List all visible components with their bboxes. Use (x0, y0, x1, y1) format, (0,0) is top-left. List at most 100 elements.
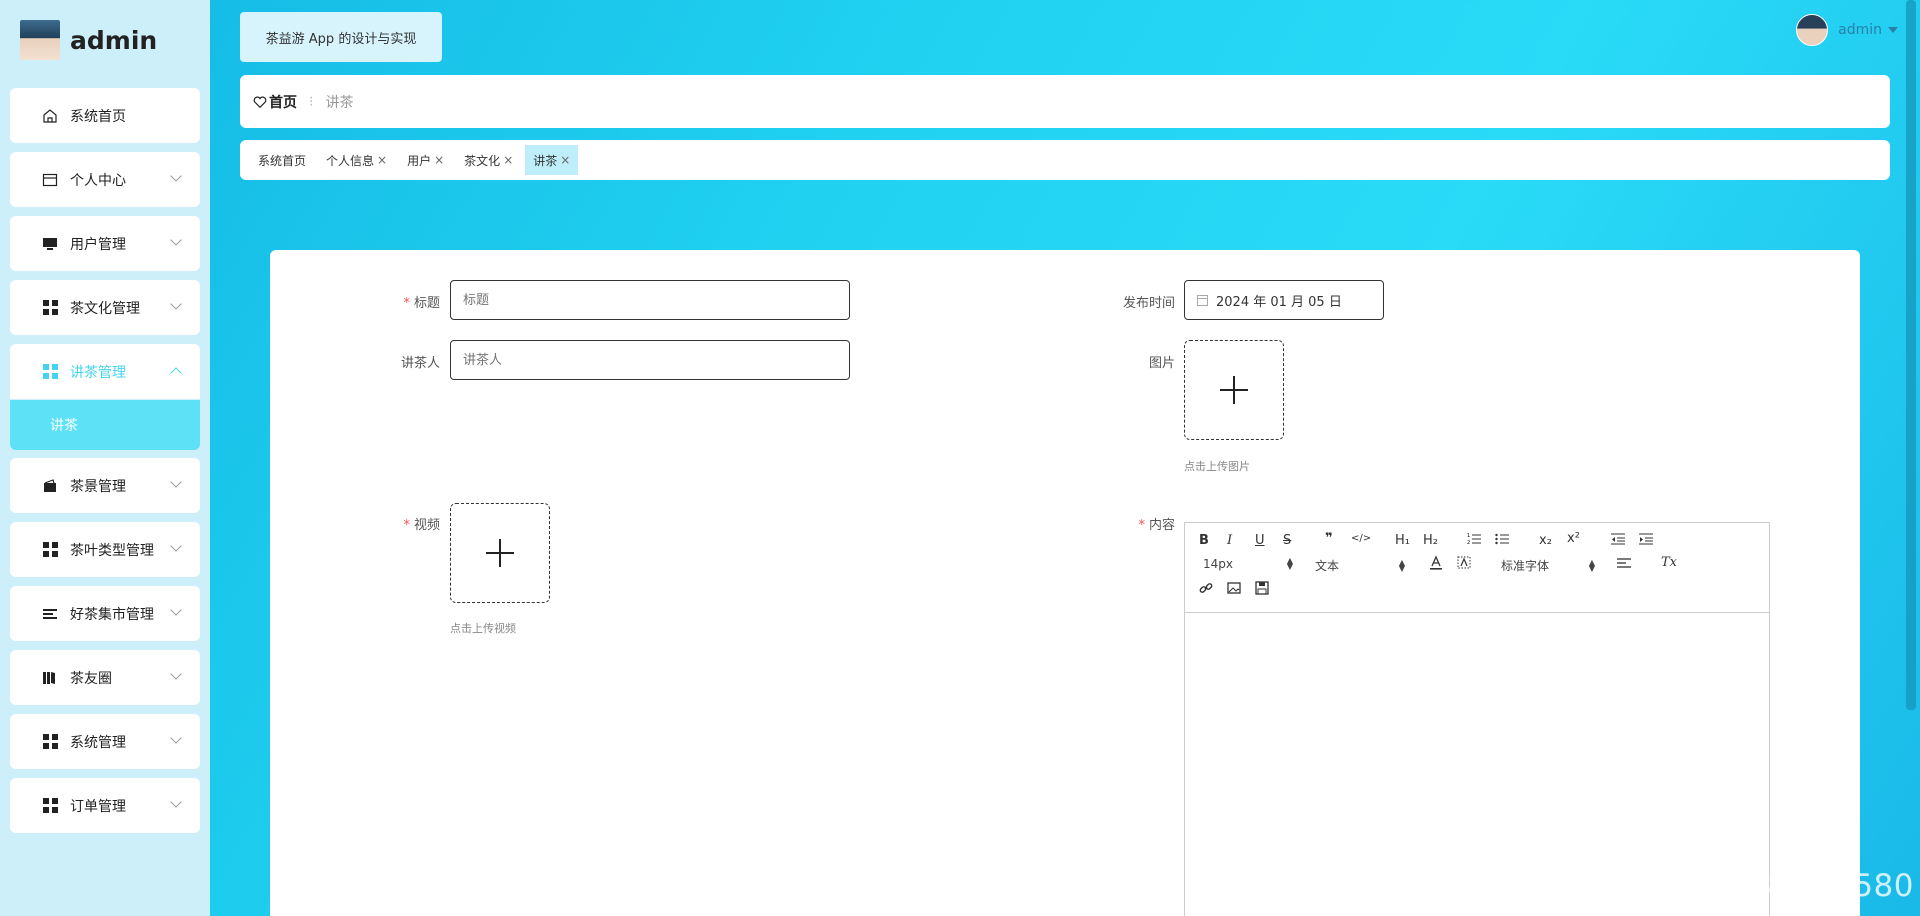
wallet-icon (42, 478, 58, 494)
close-icon[interactable]: × (377, 153, 387, 167)
heart-icon (253, 96, 267, 108)
plus-icon (1220, 376, 1248, 404)
breadcrumb-home[interactable]: 首页 (253, 92, 297, 112)
watermark: CSDN @QQ1980691580 (1529, 868, 1914, 904)
grid-icon (42, 734, 58, 750)
sidebar-item-label: 茶文化管理 (70, 300, 140, 317)
sidebar-item-tea-scenery[interactable]: 茶景管理 (10, 458, 200, 513)
image-upload-button[interactable] (1184, 340, 1284, 440)
card-icon (42, 172, 58, 188)
sidebar: admin 系统首页 个人中心 用户管理 茶文化管理 讲茶管理 讲茶 茶景管理 … (0, 0, 210, 916)
bullet-list-icon[interactable] (1495, 532, 1509, 550)
tag-home[interactable]: 系统首页 (250, 145, 314, 175)
calendar-icon (1197, 294, 1208, 306)
paragraph-value: 文本 (1315, 559, 1340, 573)
breadcrumb: 首页 ⁝ 讲茶 (240, 75, 1890, 128)
user-menu[interactable]: admin (1796, 14, 1898, 46)
sidebar-item-profile[interactable]: 个人中心 (10, 152, 200, 207)
close-icon[interactable]: × (434, 153, 444, 167)
title-label: * 标题 (403, 296, 440, 311)
tag-label: 讲茶 (533, 153, 558, 168)
font-size-select[interactable]: 14px ▲ ▼ (1203, 557, 1293, 572)
sidebar-item-tea-friends[interactable]: 茶友圈 (10, 650, 200, 705)
h1-button[interactable]: H₁ (1395, 533, 1410, 548)
blockquote-button[interactable]: ❞ (1325, 531, 1333, 546)
publish-time-label: 发布时间 (1122, 296, 1175, 311)
video-upload-button[interactable] (450, 503, 550, 603)
chevron-down-icon (170, 540, 182, 552)
select-arrows-icon: ▲ ▼ (1398, 557, 1405, 573)
grid-icon (42, 542, 58, 558)
close-icon[interactable]: × (503, 153, 513, 167)
grid-icon (42, 300, 58, 316)
sidebar-item-home[interactable]: 系统首页 (10, 88, 200, 143)
tag-label: 茶文化 (464, 153, 501, 168)
subscript-button[interactable]: x₂ (1539, 533, 1552, 548)
monitor-icon (42, 236, 58, 252)
font-family-select[interactable]: 标准字体 ▲ ▼ (1501, 557, 1595, 574)
tags-view: 系统首页 个人信息 × 用户 × 茶文化 × 讲茶 × (240, 140, 1890, 180)
chevron-down-icon (170, 604, 182, 616)
select-arrows-icon: ▲ ▼ (1588, 557, 1595, 573)
font-size-value: 14px (1203, 557, 1233, 571)
image-upload-tip: 点击上传图片 (1184, 460, 1250, 473)
sidebar-item-users[interactable]: 用户管理 (10, 216, 200, 271)
image-icon[interactable] (1227, 581, 1241, 599)
chevron-down-icon (170, 732, 182, 744)
speaker-label: 讲茶人 (400, 356, 440, 371)
sidebar-item-label: 好茶集市管理 (70, 606, 154, 623)
code-block-button[interactable]: </> (1351, 533, 1371, 544)
video-upload-tip: 点击上传视频 (450, 622, 516, 635)
svg-text:2: 2 (1467, 540, 1470, 546)
caret-down-icon (1888, 27, 1898, 33)
book-icon (42, 670, 58, 686)
outdent-icon[interactable] (1611, 532, 1625, 550)
sidebar-item-orders[interactable]: 订单管理 (10, 778, 200, 833)
page-scrollbar[interactable] (1906, 0, 1916, 710)
clear-format-button[interactable]: Tx (1661, 555, 1677, 570)
chevron-down-icon (170, 668, 182, 680)
editor-toolbar: B I U S ❞ </> H₁ H₂ 12 x₂ x² 14px ▲ ▼ 文本… (1185, 523, 1769, 613)
image-label: 图片 (1148, 356, 1175, 371)
indent-icon[interactable] (1639, 532, 1653, 550)
rich-text-editor: B I U S ❞ </> H₁ H₂ 12 x₂ x² 14px ▲ ▼ 文本… (1184, 522, 1770, 916)
tag-profile[interactable]: 个人信息 × (318, 145, 395, 175)
plus-icon (486, 539, 514, 567)
close-icon[interactable]: × (560, 153, 570, 167)
sidebar-item-label: 讲茶管理 (70, 364, 126, 381)
link-icon[interactable] (1199, 581, 1213, 599)
strike-button[interactable]: S (1283, 533, 1291, 548)
speaker-input[interactable] (450, 340, 850, 380)
sidebar-item-tea-types[interactable]: 茶叶类型管理 (10, 522, 200, 577)
publish-date-value: 2024 年 01 月 05 日 (1216, 294, 1342, 310)
admin-avatar (20, 20, 60, 60)
sidebar-item-tea-market[interactable]: 好茶集市管理 (10, 586, 200, 641)
sidebar-subitem-tea-talk[interactable]: 讲茶 (10, 400, 200, 450)
breadcrumb-separator: ⁝ (309, 93, 314, 110)
underline-button[interactable]: U (1255, 533, 1265, 548)
sidebar-item-label: 系统管理 (70, 734, 126, 751)
video-icon[interactable] (1255, 581, 1269, 599)
video-label: * 视频 (403, 518, 440, 533)
font-family-value: 标准字体 (1501, 559, 1550, 573)
tag-user[interactable]: 用户 × (399, 145, 452, 175)
font-color-icon[interactable] (1429, 555, 1443, 575)
background-color-icon[interactable] (1457, 555, 1471, 575)
ordered-list-icon[interactable]: 12 (1467, 532, 1481, 550)
sidebar-item-system[interactable]: 系统管理 (10, 714, 200, 769)
h2-button[interactable]: H₂ (1423, 533, 1438, 548)
sidebar-item-label: 订单管理 (70, 798, 126, 815)
superscript-button[interactable]: x² (1567, 531, 1580, 546)
list-icon (42, 606, 58, 622)
sidebar-item-tea-culture[interactable]: 茶文化管理 (10, 280, 200, 335)
align-icon[interactable] (1617, 556, 1631, 574)
title-input[interactable] (450, 280, 850, 320)
tag-tea-talk[interactable]: 讲茶 × (525, 145, 579, 175)
italic-button[interactable]: I (1227, 533, 1232, 548)
publish-date-picker[interactable]: 2024 年 01 月 05 日 (1184, 280, 1384, 320)
tag-tea-culture[interactable]: 茶文化 × (456, 145, 521, 175)
svg-text:1: 1 (1467, 533, 1470, 539)
paragraph-select[interactable]: 文本 ▲ ▼ (1315, 557, 1405, 574)
sidebar-item-tea-talk[interactable]: 讲茶管理 (10, 344, 200, 399)
bold-button[interactable]: B (1199, 533, 1209, 548)
